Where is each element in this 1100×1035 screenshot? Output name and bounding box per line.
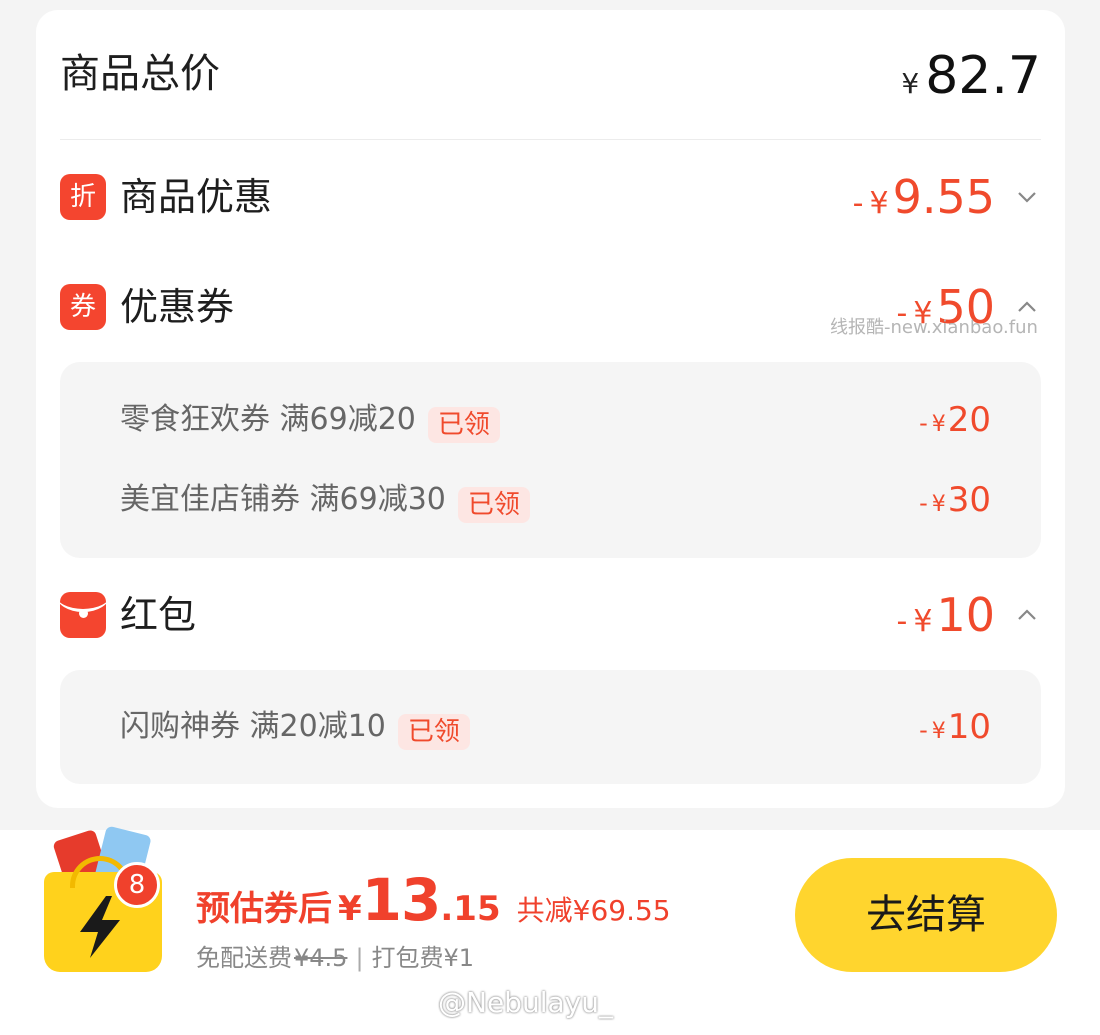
- product-discount-value: 9.55: [892, 170, 995, 224]
- coupon-item-value: 30: [947, 480, 991, 520]
- claimed-tag: 已领: [457, 486, 530, 523]
- red-packet-amount: - ¥10: [897, 585, 995, 656]
- price-detail-card: 商品总价 ¥82.7 折 商品优惠 - ¥9.55 券 优惠券 - ¥50 零食狂欢…: [36, 10, 1065, 808]
- product-discount-title: 商品优惠: [120, 175, 273, 219]
- packing-fee: 打包费¥1: [371, 944, 475, 972]
- claimed-tag: 已领: [427, 406, 500, 443]
- coupon-badge-icon: 券: [60, 284, 106, 330]
- chevron-up-icon[interactable]: [1017, 605, 1037, 625]
- coupon-item-amount: - ¥30: [919, 478, 991, 528]
- credit-watermark: @Nebulayu_: [438, 986, 613, 1019]
- coupon-item-currency: ¥: [931, 412, 946, 437]
- product-discount-currency: ¥: [869, 186, 889, 221]
- discount-badge-icon: 折: [60, 174, 106, 220]
- estimated-price: 预估券后 ¥13.15 共减¥69.55: [196, 866, 671, 934]
- coupon-item-name: 美宜佳店铺券 满69减30: [120, 482, 446, 517]
- total-price-row: 商品总价 ¥82.7: [60, 10, 1041, 140]
- shopping-bag-icon[interactable]: 8: [40, 825, 170, 980]
- total-price-label: 商品总价: [60, 51, 220, 97]
- coupon-item-name: 零食狂欢券 满69减20: [120, 402, 416, 437]
- red-packet-item-sign: -: [919, 716, 928, 744]
- total-price-currency: ¥: [901, 67, 920, 100]
- product-discount-row[interactable]: 折 商品优惠 - ¥9.55: [60, 167, 1041, 227]
- total-saved: 共减¥69.55: [516, 894, 671, 927]
- red-packet-item-currency: ¥: [931, 719, 946, 744]
- delivery-original-price: ¥4.5: [294, 944, 348, 972]
- coupon-list: 零食狂欢券 满69减20 已领 - ¥20 美宜佳店铺券 满69减30 已领 - ¥30: [60, 362, 1041, 558]
- estimate-price-int: 13: [361, 866, 442, 934]
- red-envelope-seal: [79, 609, 88, 618]
- estimate-label: 预估券后: [196, 889, 332, 929]
- red-packet-item-name: 闪购神券 满20减10: [120, 709, 386, 744]
- coupon-item: 零食狂欢券 满69减20 已领 - ¥20: [120, 398, 991, 443]
- red-packet-currency: ¥: [913, 604, 933, 639]
- fee-line: 免配送费¥4.5 | 打包费¥1: [196, 938, 474, 973]
- coupon-item-sign: -: [919, 489, 928, 517]
- checkout-button[interactable]: 去结算: [795, 858, 1057, 972]
- coupon-item-amount: - ¥20: [919, 398, 991, 448]
- lightning-bolt-icon: [80, 896, 120, 958]
- coupon-item-currency: ¥: [931, 492, 946, 517]
- fee-separator: |: [355, 944, 364, 972]
- red-packet-item-value: 10: [947, 707, 991, 747]
- product-discount-sign: -: [852, 186, 864, 221]
- red-packet-value: 10: [936, 588, 995, 642]
- estimate-currency: ¥: [338, 889, 362, 929]
- checkout-bar: 8 预估券后 ¥13.15 共减¥69.55 免配送费¥4.5 | 打包费¥1 去结算 …: [0, 825, 1100, 1035]
- coupon-item-sign: -: [919, 409, 928, 437]
- red-packet-item-amount: - ¥10: [919, 705, 991, 755]
- red-packet-item: 闪购神券 满20减10 已领 - ¥10: [120, 705, 991, 750]
- total-price-amount: 82.7: [925, 46, 1041, 106]
- coupon-item-value: 20: [947, 400, 991, 440]
- product-discount-amount: - ¥9.55: [853, 167, 995, 238]
- coupon-item: 美宜佳店铺券 满69减30 已领 - ¥30: [120, 478, 991, 523]
- estimate-price-dec: .15: [440, 889, 501, 929]
- claimed-tag: 已领: [397, 713, 470, 750]
- red-envelope-icon: [60, 592, 106, 638]
- red-packet-sign: -: [896, 604, 908, 639]
- cart-count-badge: 8: [114, 862, 160, 908]
- watermark: 线报酷-new.xianbao.fun: [830, 317, 1038, 338]
- red-packet-title: 红包: [120, 593, 197, 637]
- coupons-title: 优惠券: [120, 285, 235, 329]
- red-packet-row[interactable]: 红包 - ¥10: [60, 585, 1041, 645]
- total-price-value: ¥82.7: [901, 50, 1041, 102]
- chevron-down-icon[interactable]: [1017, 187, 1037, 207]
- red-packet-list: 闪购神券 满20减10 已领 - ¥10: [60, 670, 1041, 784]
- delivery-label: 免配送费: [196, 944, 292, 972]
